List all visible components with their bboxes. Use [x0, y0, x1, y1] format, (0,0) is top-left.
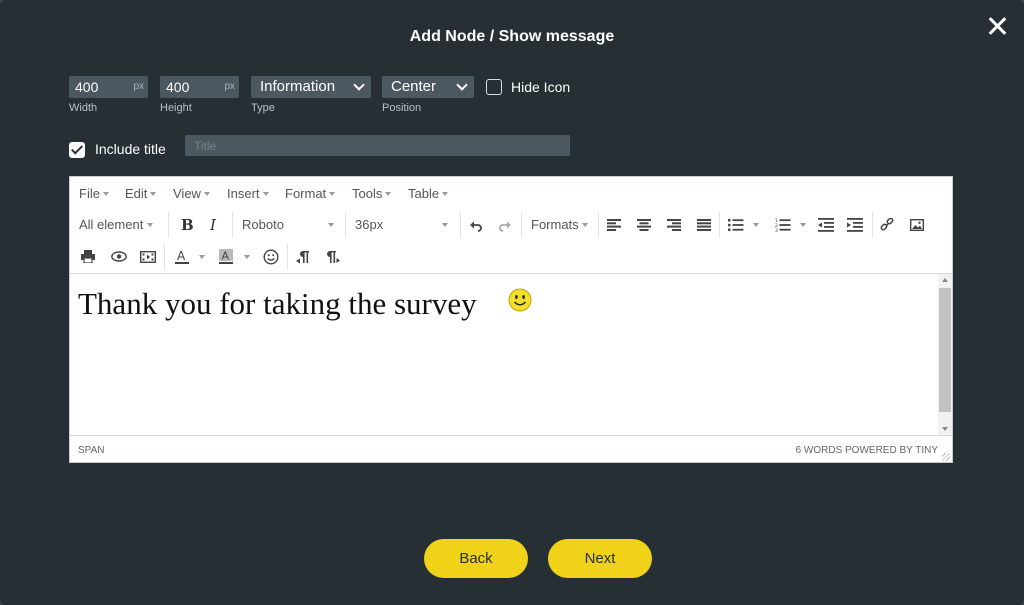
chevron-down-icon — [753, 223, 759, 227]
editor-scrollbar[interactable] — [938, 274, 952, 435]
chevron-down-icon — [442, 223, 448, 227]
print-icon[interactable] — [81, 250, 95, 263]
chevron-down-icon — [800, 223, 806, 227]
type-select[interactable]: Information — [251, 76, 371, 98]
type-caption: Type — [251, 102, 275, 114]
editor-toolbar-row-2: A A — [70, 241, 952, 273]
indent-icon[interactable] — [847, 218, 863, 232]
background-color-icon[interactable]: A — [218, 249, 234, 265]
editor-toolbar-row-1: All element B I Roboto 36px Formats 1 2 … — [70, 209, 952, 241]
position-value: Center — [391, 78, 437, 95]
position-caption: Position — [382, 102, 422, 114]
width-field[interactable]: 400 px — [69, 76, 148, 98]
preview-icon[interactable] — [111, 251, 127, 262]
chevron-down-icon — [582, 223, 588, 227]
redo-icon[interactable] — [498, 218, 512, 232]
emoticon-icon[interactable] — [263, 249, 279, 265]
hide-icon-label: Hide Icon — [511, 79, 571, 95]
dialog: Add Node / Show message 400 px Width 400… — [0, 0, 1024, 605]
menu-edit[interactable]: Edit — [125, 186, 157, 201]
rich-text-editor: File Edit View Insert Format Tools Table… — [69, 176, 953, 463]
bold-button[interactable]: B — [181, 216, 194, 234]
height-caption: Height — [160, 102, 192, 114]
height-value: 400 — [166, 79, 190, 95]
resize-handle-icon[interactable] — [942, 453, 950, 461]
undo-icon[interactable] — [469, 218, 483, 232]
include-title-checkbox[interactable] — [69, 142, 85, 158]
italic-button[interactable]: I — [210, 216, 216, 234]
outdent-icon[interactable] — [818, 218, 834, 232]
svg-text:3: 3 — [775, 228, 778, 232]
svg-text:A: A — [177, 249, 186, 263]
formats-dropdown[interactable]: Formats — [531, 217, 579, 233]
align-justify-icon[interactable] — [697, 219, 711, 231]
link-icon[interactable] — [880, 218, 894, 232]
chevron-down-icon — [456, 79, 468, 91]
align-center-icon[interactable] — [637, 219, 651, 231]
scrollbar-thumb[interactable] — [939, 288, 951, 412]
font-family-dropdown[interactable]: Roboto — [242, 217, 284, 233]
next-button[interactable]: Next — [548, 539, 652, 578]
close-icon[interactable] — [986, 14, 1010, 38]
menu-view[interactable]: View — [173, 186, 210, 201]
position-select[interactable]: Center — [382, 76, 474, 98]
chevron-down-icon — [147, 223, 153, 227]
word-count-branding: 6 WORDS POWERED BY TINY — [795, 445, 938, 456]
back-button[interactable]: Back — [424, 539, 528, 578]
ltr-icon[interactable] — [296, 250, 310, 264]
editor-content-area[interactable]: Thank you for taking the survey — [70, 274, 938, 435]
type-value: Information — [260, 78, 336, 95]
align-right-icon[interactable] — [667, 219, 681, 231]
dialog-title: Add Node / Show message — [409, 28, 615, 45]
svg-text:A: A — [222, 250, 230, 263]
smiley-emoji-icon — [508, 288, 532, 312]
height-field[interactable]: 400 px — [160, 76, 239, 98]
width-caption: Width — [69, 102, 98, 114]
height-unit: px — [224, 81, 235, 92]
editor-menubar: File Edit View Insert Format Tools Table — [70, 177, 952, 209]
scroll-down-icon[interactable] — [942, 427, 948, 431]
image-icon[interactable] — [910, 219, 924, 231]
width-value: 400 — [75, 79, 99, 95]
chevron-down-icon — [328, 223, 334, 227]
menu-file[interactable]: File — [79, 186, 109, 201]
rtl-icon[interactable] — [325, 250, 341, 264]
chevron-down-icon — [353, 79, 365, 91]
bullet-list-icon[interactable] — [728, 218, 744, 232]
font-size-dropdown[interactable]: 36px — [355, 217, 383, 233]
scroll-up-icon[interactable] — [942, 278, 948, 282]
menu-insert[interactable]: Insert — [227, 186, 269, 201]
menu-tools[interactable]: Tools — [352, 186, 392, 201]
title-input[interactable] — [185, 135, 570, 156]
media-icon[interactable] — [140, 251, 156, 263]
chevron-down-icon — [244, 255, 250, 259]
menu-table[interactable]: Table — [408, 186, 449, 201]
block-format-dropdown[interactable]: All element — [79, 217, 143, 233]
element-path[interactable]: SPAN — [78, 445, 105, 456]
editor-content-text: Thank you for taking the survey — [78, 286, 477, 321]
numbered-list-icon[interactable]: 123 — [775, 218, 791, 232]
align-left-icon[interactable] — [607, 219, 621, 231]
include-title-label: Include title — [95, 141, 166, 157]
text-color-icon[interactable]: A — [174, 249, 190, 265]
hide-icon-checkbox[interactable] — [486, 79, 502, 95]
width-unit: px — [133, 81, 144, 92]
chevron-down-icon — [199, 255, 205, 259]
editor-statusbar: SPAN 6 WORDS POWERED BY TINY — [70, 435, 952, 463]
menu-format[interactable]: Format — [285, 186, 336, 201]
